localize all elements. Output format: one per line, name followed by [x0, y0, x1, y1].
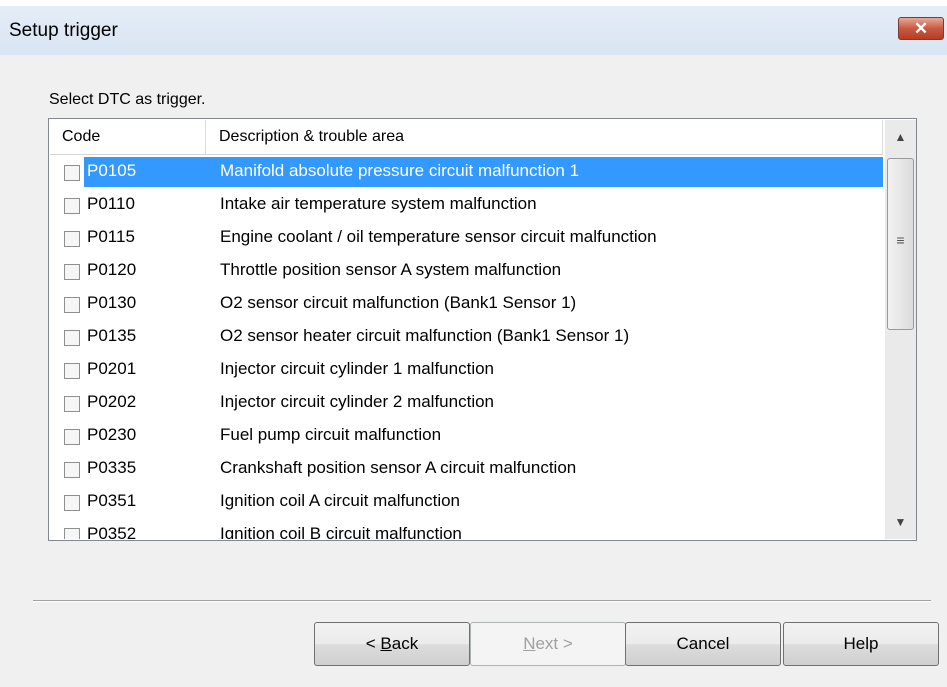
dtc-row[interactable]: P0115 Engine coolant / oil temperature se… — [50, 222, 883, 255]
arrow-up-icon[interactable]: ▲ — [885, 120, 916, 154]
checkbox-icon[interactable] — [64, 429, 80, 445]
grip-icon: ≡ — [896, 232, 905, 248]
column-header-description[interactable]: Description & trouble area — [207, 120, 883, 154]
dtc-row[interactable]: P0110 Intake air temperature system malfu… — [50, 189, 883, 222]
cancel-button[interactable]: Cancel — [625, 622, 781, 666]
back-button-rest: ack — [391, 634, 419, 653]
next-button-rest: ext > — [535, 634, 573, 653]
dtc-row[interactable]: P0105 Manifold absolute pressure circuit … — [50, 156, 883, 189]
setup-trigger-dialog: Setup trigger ✕ Select DTC as trigger. C… — [0, 0, 947, 687]
checkbox-icon[interactable] — [64, 330, 80, 346]
dtc-code: P0351 — [87, 491, 137, 510]
dtc-code: P0230 — [87, 425, 137, 444]
dtc-row[interactable]: P0130 O2 sensor circuit malfunction (Bank… — [50, 288, 883, 321]
title-bar-top-edge — [0, 0, 947, 6]
checkbox-icon[interactable] — [64, 297, 80, 313]
instruction-label: Select DTC as trigger. — [49, 91, 206, 108]
dtc-description: Intake air temperature system malfunctio… — [220, 194, 537, 213]
dtc-description: O2 sensor heater circuit malfunction (Ba… — [220, 326, 630, 345]
list-header: Code Description & trouble area — [50, 120, 883, 155]
separator-line — [33, 600, 931, 602]
next-button-mnemonic: N — [523, 634, 536, 653]
dtc-row[interactable]: P0351 Ignition coil A circuit malfunction — [50, 486, 883, 519]
dtc-description: Ignition coil B circuit malfunction — [220, 524, 462, 539]
close-icon: ✕ — [913, 19, 929, 38]
dtc-row[interactable]: P0120 Throttle position sensor A system m… — [50, 255, 883, 288]
dtc-list[interactable]: Code Description & trouble area P0105 Man… — [48, 118, 917, 541]
help-button[interactable]: Help — [783, 622, 939, 666]
dtc-row[interactable]: P0335 Crankshaft position sensor A circui… — [50, 453, 883, 486]
dtc-description: O2 sensor circuit malfunction (Bank1 Sen… — [220, 293, 577, 312]
arrow-down-icon[interactable]: ▼ — [885, 505, 916, 539]
checkbox-icon[interactable] — [64, 462, 80, 478]
dtc-row[interactable]: P0201 Injector circuit cylinder 1 malfunc… — [50, 354, 883, 387]
checkbox-icon[interactable] — [64, 495, 80, 511]
dtc-description: Engine coolant / oil temperature sensor … — [220, 227, 657, 246]
checkbox-icon[interactable] — [64, 165, 80, 181]
dtc-row[interactable]: P0352 Ignition coil B circuit malfunction — [50, 519, 883, 539]
dtc-code: P0115 — [87, 227, 135, 246]
checkbox-icon[interactable] — [64, 396, 80, 412]
close-button[interactable]: ✕ — [898, 17, 944, 40]
dtc-code: P0352 — [87, 524, 137, 539]
next-button: Next > — [470, 622, 626, 666]
dtc-description: Injector circuit cylinder 1 malfunction — [220, 359, 495, 378]
dtc-row[interactable]: P0230 Fuel pump circuit malfunction — [50, 420, 883, 453]
dtc-description: Injector circuit cylinder 2 malfunction — [220, 392, 495, 411]
dtc-code: P0201 — [87, 359, 137, 378]
window-title: Setup trigger — [9, 20, 118, 41]
title-bar[interactable]: Setup trigger ✕ — [0, 0, 947, 55]
checkbox-icon[interactable] — [64, 198, 80, 214]
dtc-description: Manifold absolute pressure circuit malfu… — [220, 161, 580, 180]
list-rows: P0105 Manifold absolute pressure circuit … — [50, 156, 883, 539]
dtc-code: P0335 — [87, 458, 137, 477]
column-header-code[interactable]: Code — [50, 120, 206, 154]
checkbox-icon[interactable] — [64, 231, 80, 247]
checkbox-icon[interactable] — [64, 528, 80, 539]
back-button-prefix: < — [365, 634, 381, 653]
dtc-description: Throttle position sensor A system malfun… — [220, 260, 562, 279]
checkbox-icon[interactable] — [64, 363, 80, 379]
dtc-code: P0135 — [87, 326, 137, 345]
back-button-mnemonic: B — [380, 634, 392, 653]
dtc-code: P0130 — [87, 293, 137, 312]
dtc-description: Fuel pump circuit malfunction — [220, 425, 442, 444]
dtc-description: Crankshaft position sensor A circuit mal… — [220, 458, 577, 477]
scrollbar-thumb[interactable]: ≡ — [887, 158, 914, 330]
dtc-description: Ignition coil A circuit malfunction — [220, 491, 461, 510]
help-button-label: Help — [843, 634, 879, 653]
vertical-scrollbar[interactable]: ▲ ≡ ▼ — [885, 120, 916, 539]
dtc-row[interactable]: P0135 O2 sensor heater circuit malfunctio… — [50, 321, 883, 354]
dtc-code: P0202 — [87, 392, 137, 411]
dtc-row[interactable]: P0202 Injector circuit cylinder 2 malfunc… — [50, 387, 883, 420]
dtc-code: P0120 — [87, 260, 137, 279]
checkbox-icon[interactable] — [64, 264, 80, 280]
dtc-code: P0105 — [87, 161, 137, 180]
cancel-button-label: Cancel — [676, 634, 730, 653]
dtc-code: P0110 — [87, 194, 135, 213]
back-button[interactable]: < Back — [314, 622, 470, 666]
